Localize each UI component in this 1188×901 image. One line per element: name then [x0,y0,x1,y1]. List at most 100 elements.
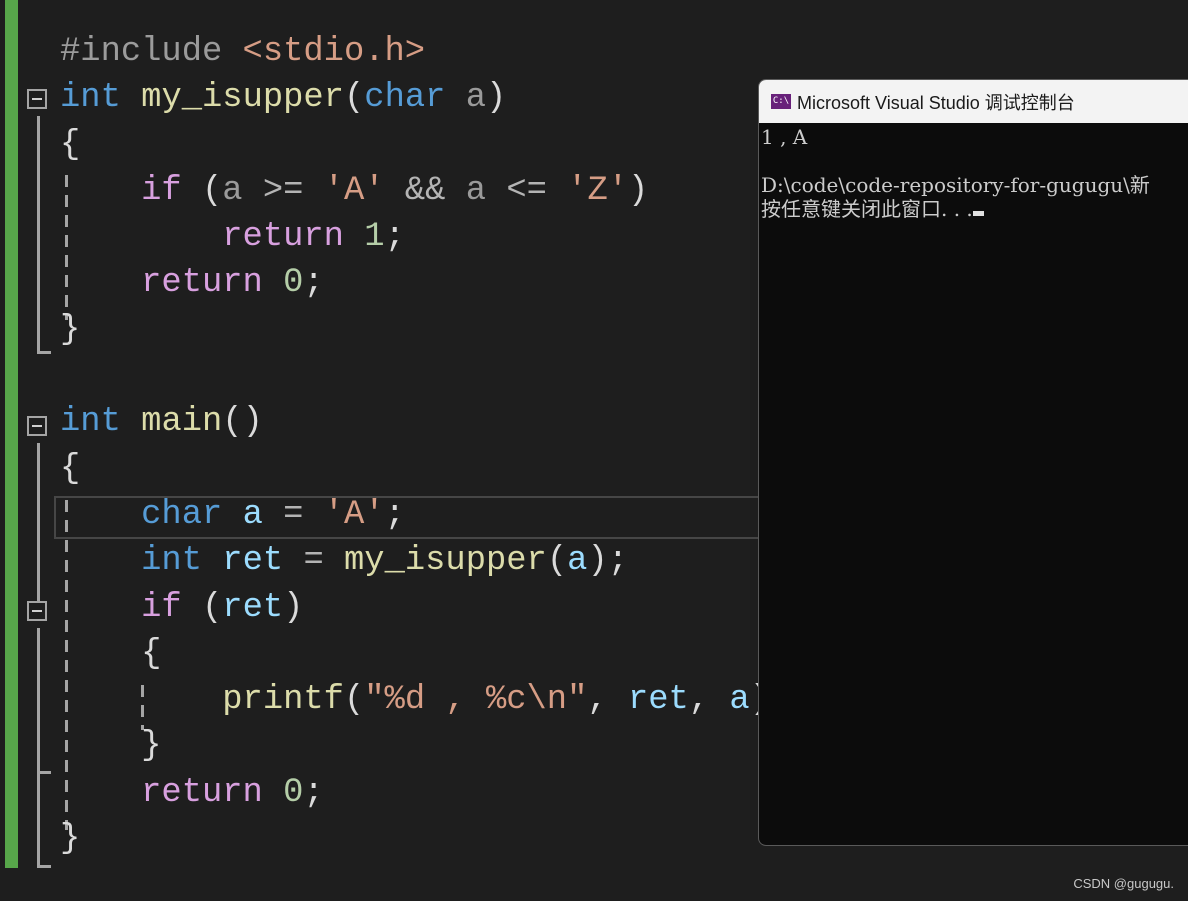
code-token: ret [222,542,284,581]
code-token: , [688,681,730,720]
change-indicator-bar [5,0,18,868]
code-token: ; [384,495,405,534]
collapse-icon[interactable] [27,89,47,109]
code-line[interactable]: #include <stdio.h> [60,29,790,75]
code-line[interactable]: if (ret) [60,585,790,631]
code-line[interactable]: if (a >= 'A' && a <= 'Z') [60,168,790,214]
collapse-icon[interactable] [27,601,47,621]
code-line[interactable]: return 1; [60,214,790,260]
console-line: ​ [761,149,1188,173]
code-token: a [567,542,588,581]
code-token: <= [486,171,568,210]
code-token: >= [242,171,324,210]
code-line[interactable]: int my_isupper(char a) [60,75,790,121]
code-line[interactable]: } [60,723,790,769]
code-token: main [141,403,223,442]
code-token: int [60,79,121,118]
code-token: a [222,171,243,210]
watermark: CSDN @gugugu. [1073,876,1174,891]
code-token: 1 [364,218,385,257]
code-line[interactable]: return 0; [60,260,790,306]
code-token: "%d , %c\n" [364,681,588,720]
fold-guide [37,628,40,868]
code-token: ; [303,773,324,812]
fold-guide [37,865,51,868]
collapse-icon[interactable] [27,416,47,436]
code-token: char [364,79,446,118]
console-prompt-text: 按任意键关闭此窗口. . . [761,197,973,221]
code-token: char [141,495,223,534]
debug-console-window[interactable]: C:\ Microsoft Visual Studio 调试控制台 1 , A​… [758,79,1188,846]
code-token: ; [384,218,405,257]
code-token: ) [283,588,304,627]
console-output: 1 , A​D:\code\code-repository-for-gugugu… [759,123,1188,221]
code-token: ( [181,171,223,210]
code-line[interactable]: { [60,631,790,677]
code-token: ret [627,681,689,720]
code-token: 0 [283,773,304,812]
text-cursor [972,211,984,216]
code-token: ) [486,79,507,118]
code-line[interactable]: return 0; [60,770,790,816]
code-token: () [222,403,263,442]
code-token: ( [181,588,223,627]
code-token: a [445,79,486,118]
code-token: { [60,125,81,164]
code-line[interactable]: int ret = my_isupper(a); [60,538,790,584]
code-line[interactable]: { [60,122,790,168]
code-token: { [60,449,81,488]
code-token: return [222,218,344,257]
fold-guide [37,116,40,354]
code-token: = [283,542,345,581]
console-app-icon: C:\ [771,94,791,109]
code-line[interactable]: ​ [60,353,790,399]
code-token: 0 [283,264,304,303]
console-line: 按任意键关闭此窗口. . . [761,197,1188,221]
code-token: , [587,681,628,720]
code-token: return [141,264,263,303]
code-token: #include [60,33,243,71]
code-token: int [60,403,121,442]
code-token: a [729,681,750,720]
code-token: ); [587,542,629,581]
console-title-bar[interactable]: C:\ Microsoft Visual Studio 调试控制台 [759,80,1188,123]
code-editor[interactable]: #include <stdio.h> int my_isupper(char a)… [60,29,790,862]
fold-guide [37,771,51,774]
code-token: = [262,495,324,534]
code-token: <stdio.h> [242,33,426,71]
code-line[interactable]: } [60,307,790,353]
code-token: ) [628,171,649,210]
code-token: } [60,310,81,349]
code-token: } [141,727,162,766]
code-token: a [242,495,263,534]
code-token: my_isupper [141,79,344,118]
code-line[interactable]: int main() [60,399,790,445]
fold-guide [37,443,40,601]
code-line[interactable]: } [60,816,790,862]
console-line: 1 , A [761,125,808,149]
code-line[interactable]: { [60,446,790,492]
code-token: ; [303,264,324,303]
code-token: if [141,171,182,210]
code-line[interactable]: printf("%d , %c\n", ret, a); [60,677,790,723]
code-token: int [141,542,202,581]
code-token: ( [343,681,365,720]
code-line[interactable]: char a = 'A'; [60,492,790,538]
code-token: my_isupper [344,542,547,581]
code-token: if [141,588,182,627]
